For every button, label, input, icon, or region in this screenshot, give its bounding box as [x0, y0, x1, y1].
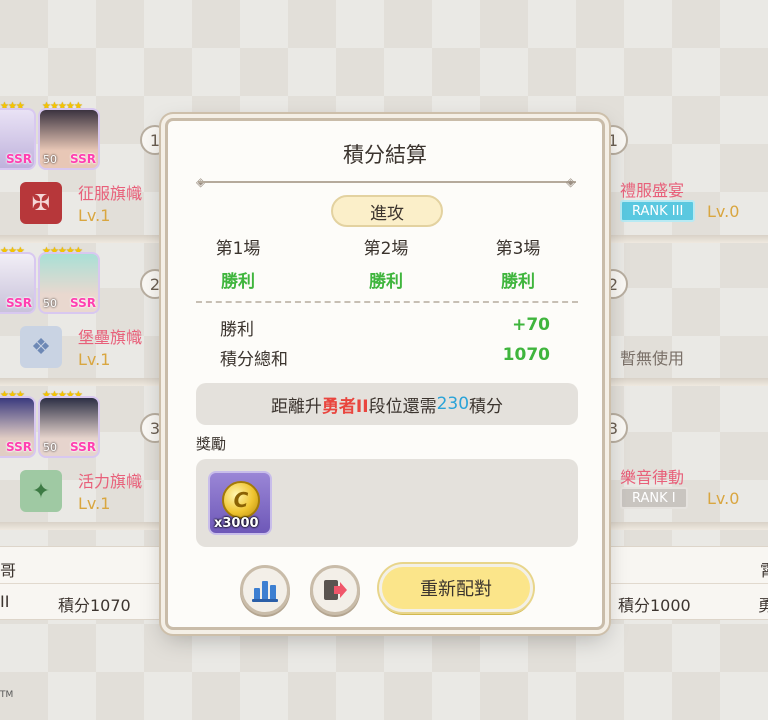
rarity-label: SSR [6, 440, 32, 454]
divider [600, 583, 768, 584]
reward-quantity: x3000 [214, 516, 259, 531]
promo-prefix: 距離升 [270, 396, 322, 417]
card-level: 50 [43, 153, 57, 166]
character-card[interactable]: SSR [0, 108, 36, 170]
match-label: 第2場 [363, 239, 409, 259]
stat-value: +70 [512, 315, 550, 335]
player-score: 積分1070 [58, 596, 131, 615]
player-name: 哥 [0, 561, 17, 580]
stats-button[interactable] [240, 565, 290, 615]
character-card[interactable]: 50 SSR [38, 252, 100, 314]
item-name: 禮服盛宴 [620, 181, 685, 200]
vitality-flag-icon: ✦ [20, 470, 62, 512]
stat-value: 1070 [502, 345, 550, 365]
player-rank: II [0, 592, 10, 611]
character-card[interactable]: SSR [0, 396, 36, 458]
match-result: 勝利 [501, 272, 535, 292]
dialog-title: 積分結算 [343, 143, 427, 167]
exit-icon [324, 580, 347, 600]
rematch-button[interactable]: 重新配對 [379, 564, 533, 612]
divider [0, 583, 170, 584]
flag-name: 堡壘旗幟 [78, 328, 143, 347]
card-level: 50 [43, 297, 57, 310]
dashed-divider [196, 301, 578, 303]
right-player-strip: 霄 積分1000 勇 [600, 546, 768, 620]
fortress-flag-icon: ❖ [20, 326, 62, 368]
item-level: Lv.0 [707, 489, 740, 508]
rarity-label: SSR [70, 296, 96, 310]
left-player-strip: 哥 II 積分1070 [0, 546, 170, 620]
reward-list: C x3000 [196, 459, 578, 547]
trademark: TM [0, 690, 14, 700]
title-divider [198, 181, 576, 183]
stat-label: 積分總和 [220, 350, 288, 370]
item-level: Lv.0 [707, 202, 740, 221]
player-score: 積分1000 [618, 596, 691, 615]
rank-badge: RANK III [620, 200, 696, 222]
ornament-right-icon: ◈ [566, 175, 576, 189]
conquest-flag-icon: ✠ [20, 182, 62, 224]
promo-points: 230 [436, 394, 470, 414]
character-card[interactable]: 50 SSR [38, 108, 100, 170]
mode-badge: 進攻 [331, 195, 443, 227]
stat-label: 勝利 [220, 320, 254, 340]
rank-badge: RANK I [620, 487, 688, 509]
score-settlement-dialog: 積分結算 ◈ ◈ 進攻 第1場 第2場 第3場 勝利 勝利 勝利 勝利 +70 … [165, 118, 605, 630]
match-label: 第3場 [495, 239, 541, 259]
promo-middle: 段位還需 [368, 396, 437, 417]
bar-chart-icon [252, 581, 278, 602]
coin-icon: C [222, 481, 260, 519]
flag-name: 活力旗幟 [78, 472, 143, 491]
reward-item[interactable]: C x3000 [208, 471, 272, 535]
match-result: 勝利 [369, 272, 403, 292]
promo-rank: 勇者II [321, 396, 369, 417]
rarity-label: SSR [70, 440, 96, 454]
reward-label: 獎勵 [196, 435, 227, 453]
flag-level: Lv.1 [78, 350, 111, 369]
exit-button[interactable] [310, 565, 360, 615]
item-name: 樂音律動 [620, 468, 685, 487]
player-name: 霄 [760, 557, 768, 581]
flag-name: 征服旗幟 [78, 184, 143, 203]
character-card[interactable]: 50 SSR [38, 396, 100, 458]
match-label: 第1場 [215, 239, 261, 259]
match-result: 勝利 [221, 272, 255, 292]
flag-level: Lv.1 [78, 494, 111, 513]
rarity-label: SSR [70, 152, 96, 166]
flag-level: Lv.1 [78, 206, 111, 225]
player-rank: 勇 [758, 596, 768, 615]
promo-suffix: 積分 [469, 396, 504, 417]
rarity-label: SSR [6, 152, 32, 166]
item-empty: 暫無使用 [620, 349, 685, 368]
rarity-label: SSR [6, 296, 32, 310]
character-card[interactable]: SSR [0, 252, 36, 314]
promotion-banner: 距離升 勇者II 段位還需 230 積分 [196, 383, 578, 425]
card-level: 50 [43, 441, 57, 454]
